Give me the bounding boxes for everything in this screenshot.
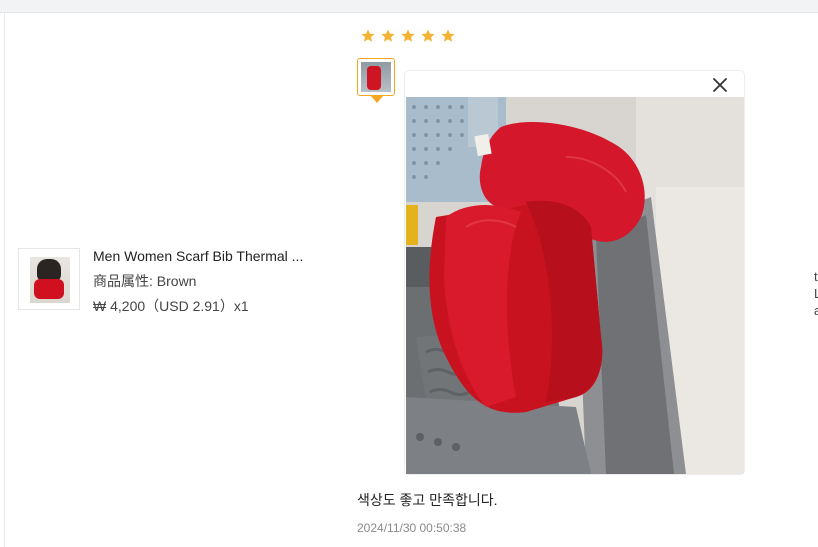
close-icon[interactable]	[710, 75, 730, 95]
photo-viewer	[405, 71, 744, 474]
selected-thumbnail-pointer	[371, 96, 383, 103]
edge-text-line: a	[814, 303, 818, 318]
product-title[interactable]: Men Women Scarf Bib Thermal ...	[93, 248, 303, 264]
edge-text-line: t	[814, 269, 818, 284]
star-icon	[441, 29, 455, 42]
clipped-side-text: t L a	[814, 268, 818, 319]
review-timestamp: 2024/11/30 00:50:38	[357, 521, 467, 535]
review-page: Men Women Scarf Bib Thermal ... 商品属性: Br…	[0, 0, 818, 547]
rating-stars	[360, 28, 456, 44]
star-icon	[401, 29, 415, 42]
review-photo-thumbnail[interactable]	[357, 58, 395, 96]
product-image[interactable]	[18, 248, 80, 310]
review-comment: 색상도 좋고 만족합니다.	[357, 492, 498, 508]
product-summary: Men Women Scarf Bib Thermal ... 商品属性: Br…	[18, 248, 303, 314]
product-price: ₩ 4,200（USD 2.91）x1	[93, 298, 249, 314]
star-icon	[381, 29, 395, 42]
review-photo	[406, 97, 744, 474]
star-icon	[421, 29, 435, 42]
edge-text-line: L	[814, 286, 818, 301]
product-info: Men Women Scarf Bib Thermal ... 商品属性: Br…	[93, 248, 303, 314]
top-bar	[0, 0, 818, 13]
divider	[4, 12, 5, 547]
product-attribute: 商品属性: Brown	[93, 273, 197, 289]
star-icon	[361, 29, 375, 42]
